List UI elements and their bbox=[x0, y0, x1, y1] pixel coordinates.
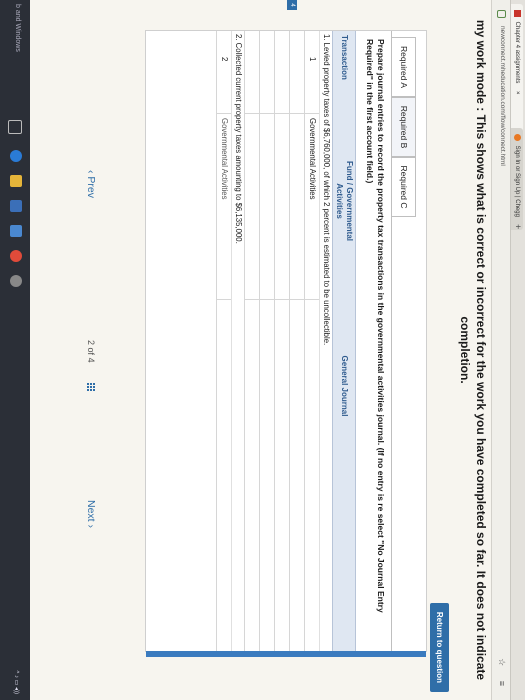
address-bar[interactable]: newconnect.mheducation.com/flow/connect.… bbox=[491, 0, 510, 700]
header-transaction: Transaction bbox=[340, 35, 349, 80]
tab-required-c[interactable]: Required C bbox=[392, 157, 416, 217]
journal-cell[interactable] bbox=[275, 299, 289, 640]
of-label: of bbox=[86, 347, 96, 356]
screen: Chapter 4 assignments × Sign In or Sign … bbox=[0, 0, 525, 700]
check-my-work-banner: my work mode : This shows what is correc… bbox=[458, 19, 488, 681]
system-tray[interactable]: ^ ♪ ▭ ◂)) bbox=[13, 671, 20, 695]
table-row[interactable]: 1 Governmental Activities bbox=[304, 31, 319, 651]
table-row[interactable] bbox=[259, 31, 274, 651]
fund-cell bbox=[260, 113, 274, 298]
chevron-right-icon: › bbox=[85, 524, 97, 529]
tab-required-a[interactable]: Required A bbox=[392, 37, 416, 97]
fund-cell: Governmental Activities bbox=[217, 113, 231, 298]
taskbar-search-text[interactable]: b and Windows bbox=[14, 4, 21, 52]
fund-cell bbox=[245, 113, 259, 298]
return-to-question-button[interactable]: Return to question bbox=[430, 602, 449, 692]
browser-tab-chegg[interactable]: Sign In or Sign Up | Chegg bbox=[511, 128, 523, 230]
journal-cell[interactable] bbox=[305, 299, 319, 640]
fund-cell: Governmental Activities bbox=[305, 113, 319, 298]
fund-cell bbox=[275, 113, 289, 298]
question-panel: Required A Required B Required C Prepare… bbox=[145, 30, 427, 657]
file-explorer-icon[interactable] bbox=[10, 175, 22, 187]
store-icon[interactable] bbox=[10, 200, 22, 212]
edge-icon[interactable] bbox=[10, 150, 22, 162]
journal-cell[interactable] bbox=[245, 299, 259, 640]
lock-icon bbox=[497, 10, 506, 18]
grid-icon[interactable] bbox=[87, 382, 96, 391]
chevron-left-icon: ‹ bbox=[85, 170, 97, 174]
instructions: Prepare journal entries to record the pr… bbox=[365, 39, 386, 613]
chrome-icon[interactable] bbox=[10, 250, 22, 262]
journal-table: Transaction Fund / Governmental Activiti… bbox=[216, 31, 356, 651]
journal-cell[interactable] bbox=[260, 299, 274, 640]
url-text[interactable]: newconnect.mheducation.com/flow/connect.… bbox=[499, 26, 506, 166]
transaction-number: 1 bbox=[308, 57, 317, 62]
fund-cell bbox=[290, 113, 304, 298]
transaction-description: 2. Collected current property taxes amou… bbox=[231, 31, 244, 651]
settings-icon[interactable] bbox=[10, 275, 22, 287]
mcgraw-favicon-icon bbox=[514, 10, 522, 17]
journal-cell[interactable] bbox=[290, 299, 304, 640]
header-fund: Fund / Governmental Activities bbox=[335, 160, 354, 241]
taskbar: b and Windows ^ ♪ ▭ ◂)) bbox=[0, 0, 30, 700]
transaction-number: 2 bbox=[220, 57, 229, 62]
close-icon[interactable]: × bbox=[514, 91, 520, 95]
side-badge: 4 bbox=[287, 0, 297, 10]
browser-toolbar-icons[interactable]: ☆ ≡ bbox=[496, 658, 507, 692]
panel-scroll-edge bbox=[146, 651, 426, 657]
prev-button[interactable]: ‹ Prev bbox=[85, 170, 97, 198]
pagination: ‹ Prev 2 of 4 Next › bbox=[79, 170, 99, 590]
tab-required-b[interactable]: Required B bbox=[392, 97, 416, 157]
table-header: Transaction Fund / Governmental Activiti… bbox=[332, 31, 356, 651]
total-pages: 4 bbox=[86, 357, 96, 363]
browser-tab-bar: Chapter 4 assignments × Sign In or Sign … bbox=[510, 0, 525, 700]
table-row[interactable] bbox=[289, 31, 304, 651]
page-indicator: 2 of 4 bbox=[86, 340, 96, 363]
prev-label: Prev bbox=[85, 176, 97, 199]
next-label: Next bbox=[85, 500, 97, 522]
journal-cell[interactable] bbox=[217, 299, 231, 640]
header-general-journal: General Journal bbox=[340, 355, 349, 417]
current-page: 2 bbox=[86, 340, 96, 346]
tab-label: Sign In or Sign Up | Chegg bbox=[514, 145, 520, 217]
browser-tab-assignments[interactable]: Chapter 4 assignments × bbox=[511, 4, 523, 136]
table-row[interactable]: 2 Governmental Activities bbox=[216, 31, 231, 651]
task-view-icon[interactable] bbox=[8, 120, 22, 134]
next-button[interactable]: Next › bbox=[85, 500, 97, 528]
mail-icon[interactable] bbox=[10, 225, 22, 237]
required-tabs: Required A Required B Required C bbox=[391, 31, 416, 651]
chegg-favicon-icon bbox=[514, 134, 522, 141]
table-row[interactable] bbox=[274, 31, 289, 651]
table-row[interactable] bbox=[244, 31, 259, 651]
new-tab-button[interactable]: + bbox=[513, 224, 523, 229]
tab-label: Chapter 4 assignments bbox=[514, 21, 520, 84]
transaction-description: 1. Levied property taxes of $6,760,000, … bbox=[319, 31, 332, 651]
